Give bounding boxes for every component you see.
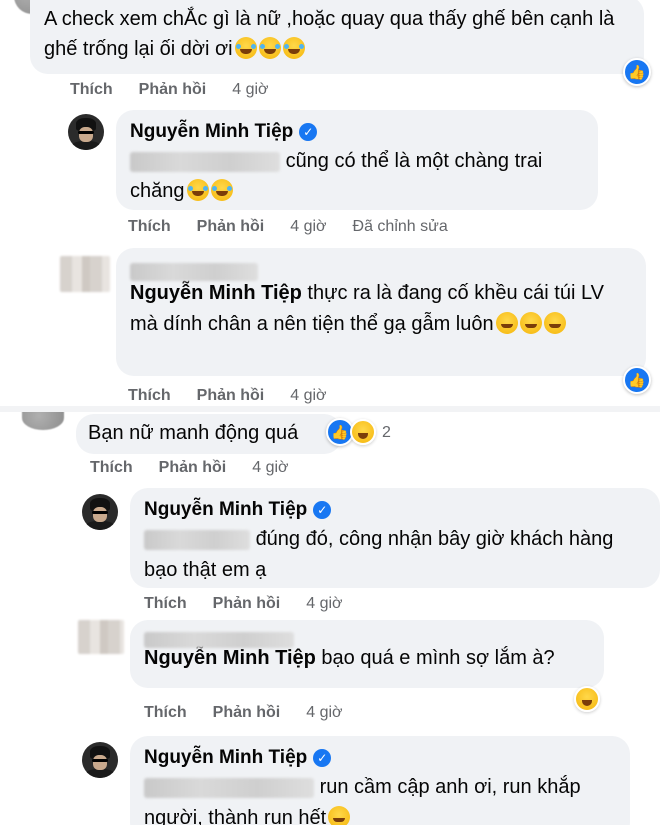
like-button[interactable]: Thích [70, 80, 113, 100]
laugh-reaction-icon[interactable] [350, 419, 376, 445]
author-avatar[interactable] [68, 114, 104, 150]
comment-text: A check xem chẮc gì là nữ ,hoặc quay qua… [44, 8, 615, 60]
comment-actions: Thích Phản hồi 4 giờ [90, 458, 289, 478]
comment-text: run cầm cập anh ơi, run khắp [319, 776, 581, 798]
reply-bubble: Nguyễn Minh Tiệp ✓ đúng đó, công nhận bâ… [130, 488, 660, 588]
comment-timestamp[interactable]: 4 giờ [306, 703, 342, 723]
comment-bubble: Bạn nữ manh động quá [76, 414, 342, 454]
mentioned-author[interactable]: Nguyễn Minh Tiệp [144, 647, 316, 669]
reply-bubble: Nguyễn Minh Tiệp bạo quá e mình sợ lắm à… [130, 620, 604, 688]
redacted-avatar [60, 256, 110, 292]
author-avatar[interactable] [82, 742, 118, 778]
redacted-avatar [78, 620, 124, 654]
comment-author[interactable]: Nguyễn Minh Tiệp ✓ [130, 118, 584, 146]
comment-actions: Thích Phản hồi 4 giờ [128, 386, 327, 406]
like-reaction-icon[interactable]: 👍 [623, 366, 651, 394]
comment-text: đúng đó, công nhận bây giờ khách hàng [255, 528, 614, 550]
comment-thread-top: A check xem chẮc gì là nữ ,hoặc quay qua… [0, 0, 660, 412]
like-reaction-icon[interactable]: 👍 [623, 58, 651, 86]
reply-button[interactable]: Phản hồi [213, 594, 281, 614]
comment-actions: Thích Phản hồi 4 giờ Đã chỉnh sửa [128, 217, 448, 237]
comment-thread-bottom: Bạn nữ manh động quá 👍 2 Thích Phản hồi … [0, 412, 660, 825]
reply-bubble: Nguyễn Minh Tiệp ✓ run cầm cập anh ơi, r… [130, 736, 630, 825]
reply-bubble: Nguyễn Minh Tiệp thực ra là đang cố khều… [116, 248, 646, 376]
smile-emoji-icon [495, 312, 518, 334]
comment-author[interactable]: Nguyễn Minh Tiệp ✓ [144, 496, 646, 524]
comment-text: Bạn nữ manh động quá [88, 422, 299, 444]
comment-actions: Thích Phản hồi 4 giờ [144, 703, 343, 723]
comment-timestamp[interactable]: 4 giờ [232, 80, 268, 100]
reply-button[interactable]: Phản hồi [139, 80, 207, 100]
reply-button[interactable]: Phản hồi [197, 386, 265, 406]
verified-badge-icon: ✓ [299, 123, 318, 141]
redacted-mention [144, 777, 314, 798]
smile-emoji-icon [519, 312, 542, 334]
comment-timestamp[interactable]: 4 giờ [252, 458, 288, 478]
commenter-avatar[interactable] [22, 412, 64, 430]
verified-badge-icon: ✓ [313, 749, 332, 767]
laugh-reaction-icon[interactable] [574, 686, 600, 712]
comment-actions: Thích Phản hồi 4 giờ [144, 594, 343, 614]
reply-button[interactable]: Phản hồi [159, 458, 227, 478]
comment-actions: Thích Phản hồi 4 giờ [70, 80, 269, 100]
like-button[interactable]: Thích [128, 386, 171, 406]
reply-button[interactable]: Phản hồi [197, 217, 265, 237]
smile-emoji-icon [543, 312, 566, 334]
reply-bubble: Nguyễn Minh Tiệp ✓ cũng có thể là một ch… [116, 110, 598, 210]
edited-label: Đã chỉnh sửa [352, 218, 448, 235]
like-button[interactable]: Thích [128, 217, 171, 237]
redacted-name [144, 631, 294, 648]
redacted-name [130, 262, 258, 281]
comment-text: người, thành run hết [144, 807, 327, 825]
comment-timestamp[interactable]: 4 giờ [290, 217, 326, 237]
verified-badge-icon: ✓ [313, 501, 332, 519]
rofl-emoji-icon [258, 37, 281, 59]
rofl-emoji-icon [186, 179, 209, 201]
rofl-emoji-icon [234, 37, 257, 59]
comment-timestamp[interactable]: 4 giờ [306, 594, 342, 614]
reply-button[interactable]: Phản hồi [213, 703, 281, 723]
like-button[interactable]: Thích [144, 703, 187, 723]
reaction-count[interactable]: 2 [382, 424, 391, 442]
like-button[interactable]: Thích [144, 594, 187, 614]
author-avatar[interactable] [82, 494, 118, 530]
mentioned-author[interactable]: Nguyễn Minh Tiệp [130, 282, 302, 304]
like-button[interactable]: Thích [90, 458, 133, 478]
redacted-mention [130, 151, 280, 172]
rofl-emoji-icon [282, 37, 305, 59]
rofl-emoji-icon [210, 179, 233, 201]
comment-author[interactable]: Nguyễn Minh Tiệp ✓ [144, 744, 616, 772]
comment-bubble: A check xem chẮc gì là nữ ,hoặc quay qua… [30, 0, 644, 74]
redacted-mention [144, 529, 250, 550]
smile-emoji-icon [328, 806, 351, 825]
comment-timestamp[interactable]: 4 giờ [290, 386, 326, 406]
comment-text: bạo quá e mình sợ lắm à? [321, 647, 555, 669]
comment-text: bạo thật em ạ [144, 559, 267, 581]
